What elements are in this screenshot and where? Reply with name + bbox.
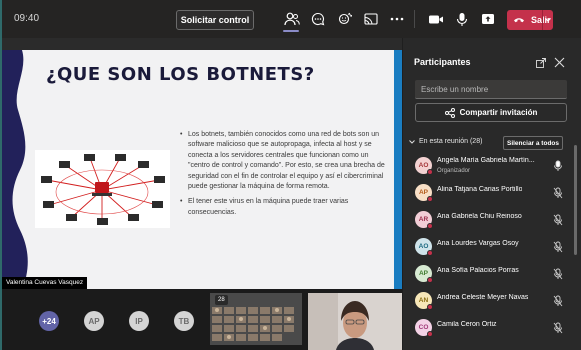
participant-name: Ana Lourdes Vargas Osoy <box>437 240 519 247</box>
camera-icon[interactable] <box>427 11 445 27</box>
presence-dot-icon <box>427 196 433 202</box>
presenter-name-tag: Valentina Cuevas Vasquez <box>2 277 88 289</box>
participant-row[interactable]: CO Camila Ceron Ortiz <box>415 316 567 340</box>
participant-row[interactable]: AR Ana Gabriela Chiu Reinoso <box>415 208 567 232</box>
presence-dot-icon <box>427 169 433 175</box>
gallery-count-badge: 28 <box>215 295 228 305</box>
slide-bullet-list: Los botnets, también conocidos como una … <box>178 130 390 223</box>
presentation-slide: ¿QUE SON LOS BOTNETS? • Los botnets, tam… <box>2 50 402 290</box>
participant-name: Alina Tatjana Carias Portillo <box>437 186 523 193</box>
share-invite-label: Compartir invitación <box>459 108 538 117</box>
section-label: En esta reunión (28) <box>419 138 483 145</box>
leave-options-chevron-icon[interactable] <box>542 10 553 30</box>
chevron-down-icon <box>409 139 415 144</box>
chat-icon[interactable] <box>309 11 327 27</box>
participant-name: Camila Ceron Ortiz <box>437 321 497 328</box>
participant-name: Andrea Celeste Meyer Navas <box>437 294 529 301</box>
participant-role: Organizador <box>437 168 471 174</box>
slide-wave-decoration <box>2 50 28 290</box>
self-video-tile[interactable] <box>308 293 402 350</box>
active-tab-indicator <box>283 30 299 32</box>
presence-dot-icon <box>427 277 433 283</box>
slide-bullet: El tener este virus en la máquina puede … <box>178 197 390 218</box>
share-icon <box>444 107 455 118</box>
teams-meeting-window: 09:40 Solicitar control Salir ¿QUE SON L… <box>0 0 581 350</box>
participant-row[interactable]: AN Andrea Celeste Meyer Navas <box>415 289 567 313</box>
popout-icon[interactable] <box>536 58 546 68</box>
presence-dot-icon <box>427 304 433 310</box>
mic-icon[interactable] <box>553 160 563 172</box>
mic-muted-icon[interactable] <box>553 241 563 253</box>
participant-row[interactable]: AP Alina Tatjana Carias Portillo <box>415 181 567 205</box>
close-icon[interactable] <box>554 57 565 68</box>
presence-dot-icon <box>427 331 433 337</box>
participant-name: Angela María Gabriela Martín... <box>437 157 535 164</box>
mic-muted-icon[interactable] <box>553 214 563 226</box>
toolbar-divider <box>414 10 415 28</box>
panel-title: Participantes <box>414 57 471 67</box>
microphone-icon[interactable] <box>453 11 471 27</box>
participant-strip: +24 AP IP TB 28 <box>2 289 402 350</box>
meeting-toolbar: 09:40 Solicitar control Salir <box>2 0 581 38</box>
botnet-illustration <box>35 150 170 228</box>
participant-search-input[interactable]: Escribe un nombre <box>415 80 567 99</box>
slide-title: ¿QUE SON LOS BOTNETS? <box>46 64 315 85</box>
request-control-button[interactable]: Solicitar control <box>176 10 254 30</box>
shared-content-stage: ¿QUE SON LOS BOTNETS? • Los botnets, tam… <box>2 38 402 290</box>
avatar[interactable]: AP <box>84 311 104 331</box>
in-meeting-section-header[interactable]: En esta reunión (28) <box>409 138 482 145</box>
avatar[interactable]: IP <box>129 311 149 331</box>
slide-right-bar <box>394 50 402 290</box>
mic-muted-icon[interactable] <box>553 187 563 199</box>
participant-name: Ana Gabriela Chiu Reinoso <box>437 213 522 220</box>
share-tray-icon[interactable] <box>362 11 380 27</box>
mic-muted-icon[interactable] <box>553 322 563 334</box>
participant-video-feed <box>308 293 402 350</box>
mute-all-button[interactable]: Silenciar a todos <box>503 136 563 150</box>
share-invite-button[interactable]: Compartir invitación <box>415 103 567 122</box>
participants-panel: Participantes Escribe un nombre Comparti… <box>403 38 581 350</box>
panel-scrollbar[interactable] <box>574 145 577 255</box>
more-actions-icon[interactable] <box>388 11 406 27</box>
share-content-icon[interactable] <box>479 11 497 27</box>
meeting-timer: 09:40 <box>14 13 40 24</box>
presence-dot-icon <box>427 223 433 229</box>
participant-row[interactable]: AO Ana Lourdes Vargas Osoy <box>415 235 567 259</box>
presence-dot-icon <box>427 250 433 256</box>
avatar[interactable]: TB <box>174 311 194 331</box>
participants-icon[interactable] <box>283 11 301 27</box>
slide-bullet: Los botnets, también conocidos como una … <box>178 130 390 192</box>
participant-row[interactable]: AO Angela María Gabriela Martín... Organiz… <box>415 154 567 178</box>
more-participants-avatar[interactable]: +24 <box>39 311 59 331</box>
mic-muted-icon[interactable] <box>553 295 563 307</box>
hang-up-icon <box>513 15 525 25</box>
reactions-icon[interactable] <box>336 11 354 27</box>
participant-row[interactable]: AP Ana Sofía Palacios Porras <box>415 262 567 286</box>
mic-muted-icon[interactable] <box>553 268 563 280</box>
participant-name: Ana Sofía Palacios Porras <box>437 267 519 274</box>
